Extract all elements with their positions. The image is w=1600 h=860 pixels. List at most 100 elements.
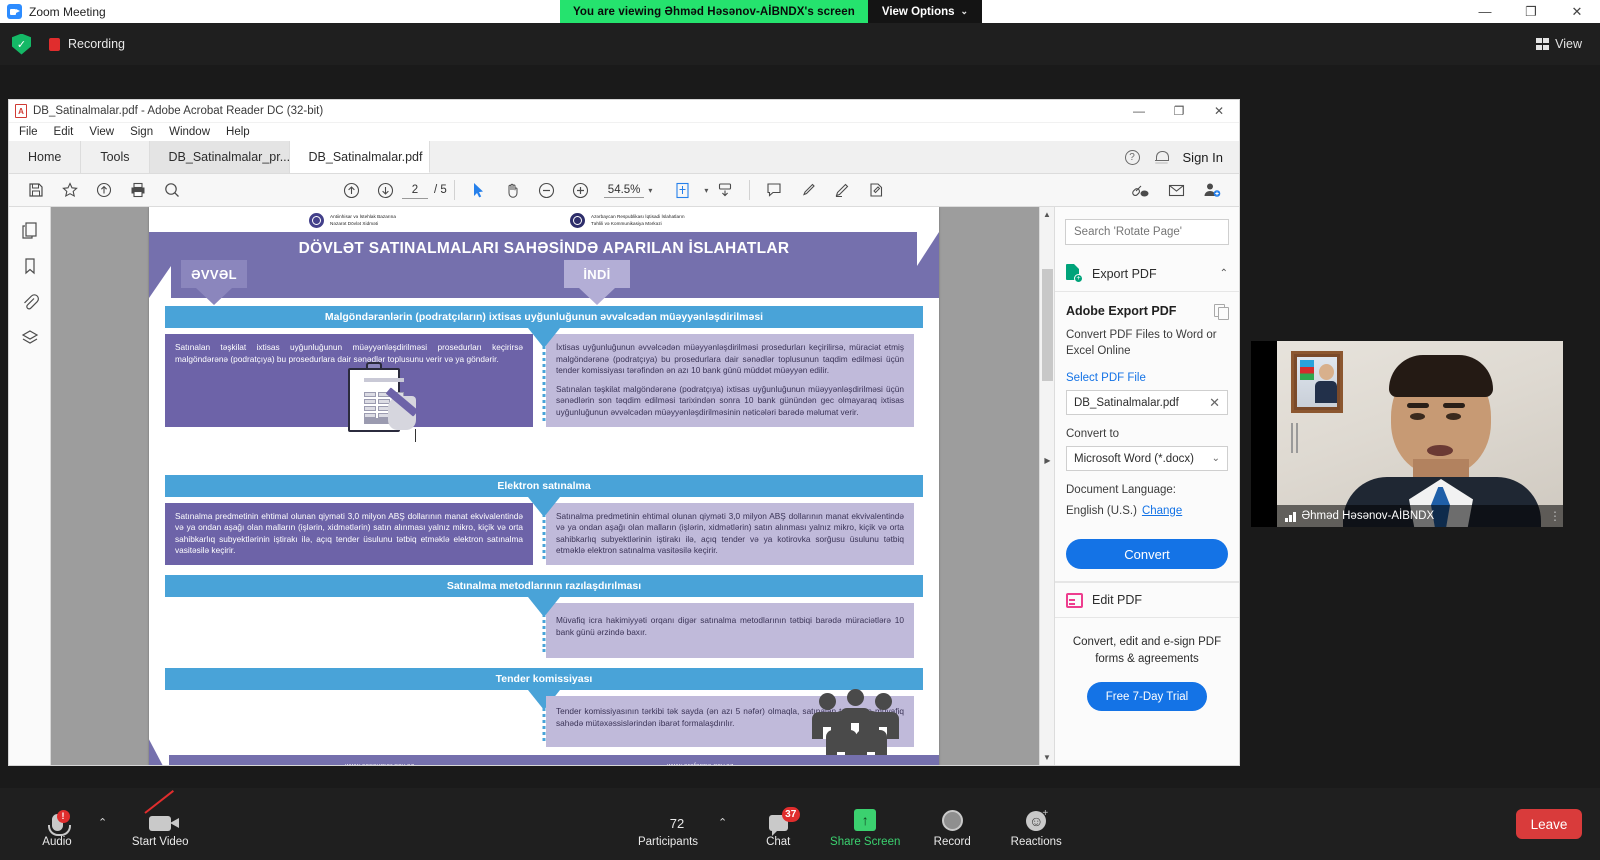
selected-pdf-file-field[interactable]: DB_Satinalmalar.pdf ✕	[1066, 390, 1228, 415]
convert-to-select[interactable]: Microsoft Word (*.docx) ⌄	[1066, 446, 1228, 471]
star-icon[interactable]	[53, 177, 87, 203]
notifications-bell-icon[interactable]	[1154, 150, 1169, 164]
scroll-mode-icon[interactable]	[708, 177, 742, 203]
chat-button[interactable]: 37 Chat	[739, 801, 817, 848]
audio-label: Audio	[42, 835, 72, 848]
participants-options-chevron-icon[interactable]: ⌃	[718, 816, 727, 829]
document-language-value: English (U.S.)	[1066, 505, 1137, 517]
add-user-icon[interactable]	[1195, 177, 1229, 203]
share-screen-button[interactable]: Share Screen	[817, 801, 913, 848]
layers-icon[interactable]	[19, 327, 41, 349]
reactions-button[interactable]: + Reactions	[991, 801, 1081, 848]
zoom-level-chevron-down-icon[interactable]: ▾	[648, 186, 652, 195]
search-icon[interactable]	[155, 177, 189, 203]
recording-indicator-icon[interactable]	[49, 37, 60, 51]
menu-window[interactable]: Window	[169, 126, 210, 138]
audio-options-chevron-icon[interactable]: ⌃	[98, 816, 107, 829]
fill-and-sign-icon[interactable]	[859, 177, 893, 203]
zoom-in-icon[interactable]	[564, 177, 598, 203]
email-icon[interactable]	[1159, 177, 1193, 203]
select-pdf-file-label[interactable]: Select PDF File	[1066, 372, 1228, 384]
page-thumbnails-icon[interactable]	[19, 219, 41, 241]
acrobat-minimize-button[interactable]: —	[1119, 100, 1159, 123]
edit-pdf-card-header[interactable]: Edit PDF	[1055, 582, 1239, 618]
menu-sign[interactable]: Sign	[130, 126, 153, 138]
zoom-meeting-controls: ! Audio ⌃ Start Video 72 Participants ⌃	[0, 788, 1600, 860]
leave-meeting-button[interactable]: Leave	[1516, 809, 1582, 839]
share-screen-label: Share Screen	[830, 835, 901, 848]
panel-expand-button[interactable]: ▶	[1042, 447, 1053, 473]
attachments-icon[interactable]	[19, 291, 41, 313]
copy-icon[interactable]	[1214, 304, 1229, 320]
government-seal-icon	[309, 213, 324, 228]
logo-ereforms-text: Azərbaycan Respublikası İqtisadi İslahat…	[591, 214, 685, 227]
speaker-mouth	[1427, 445, 1453, 456]
participants-icon: 72	[652, 805, 684, 831]
help-icon[interactable]: ?	[1124, 149, 1140, 165]
tools-search-input[interactable]	[1074, 226, 1220, 238]
menu-view[interactable]: View	[89, 126, 114, 138]
participants-button[interactable]: 72 Participants	[620, 801, 716, 848]
pdf-document-view[interactable]: Antiinhisar və İstehlak Bazarına Nəzarət…	[51, 207, 1039, 765]
zoom-minimize-button[interactable]: —	[1462, 0, 1508, 23]
highlight-icon[interactable]	[791, 177, 825, 203]
convert-button[interactable]: Convert	[1066, 539, 1228, 569]
tab-document-2[interactable]: DB_Satinalmalar.pdf ✕	[289, 141, 430, 173]
acrobat-tools-panel: Export PDF ⌃ Adobe Export PDF Convert PD…	[1054, 207, 1239, 765]
band-labels: ƏVVƏL İNDİ	[149, 260, 939, 305]
chevron-up-icon[interactable]: ⌃	[1220, 268, 1228, 279]
previous-page-icon[interactable]	[334, 177, 368, 203]
adobe-acrobat-window: DB_Satinalmalar.pdf - Adobe Acrobat Read…	[8, 99, 1240, 766]
document-scrollbar[interactable]: ▲ ▶ ▼	[1039, 207, 1054, 765]
zoom-level-value[interactable]: 54.5%	[603, 183, 645, 198]
print-icon[interactable]	[121, 177, 155, 203]
hand-tool-icon[interactable]	[496, 177, 530, 203]
pdf-footer: www.consumer.gov.az www.ereforms.gov.az	[149, 739, 939, 765]
more-options-icon[interactable]: ⋮	[1549, 509, 1561, 523]
audio-button[interactable]: ! Audio	[18, 801, 96, 848]
scroll-up-icon[interactable]: ▲	[1040, 207, 1055, 222]
acrobat-close-button[interactable]: ✕	[1199, 100, 1239, 123]
portrait-figure	[1315, 364, 1337, 404]
tab-home[interactable]: Home	[9, 141, 82, 173]
page-number-input[interactable]: 2	[402, 181, 428, 199]
zoom-out-icon[interactable]	[530, 177, 564, 203]
edit-pdf-description: Convert, edit and e-sign PDF forms & agr…	[1072, 636, 1222, 665]
menu-edit[interactable]: Edit	[54, 126, 74, 138]
speaker-figure	[1343, 355, 1541, 527]
bookmarks-icon[interactable]	[19, 255, 41, 277]
view-options-button[interactable]: View Options ⌄	[867, 0, 983, 23]
view-mode-button[interactable]: View	[1536, 37, 1582, 51]
start-video-button[interactable]: Start Video	[121, 789, 199, 848]
zoom-close-button[interactable]: ✕	[1554, 0, 1600, 23]
participant-video-thumbnail[interactable]: Əhməd Həsənov-AİBNDX ⋮	[1251, 341, 1563, 527]
menu-file[interactable]: File	[19, 126, 38, 138]
pdf-page-content: Antiinhisar və İstehlak Bazarına Nəzarət…	[149, 207, 939, 765]
upload-cloud-icon[interactable]	[87, 177, 121, 203]
menu-help[interactable]: Help	[226, 126, 250, 138]
people-illustration	[812, 679, 900, 765]
clear-file-icon[interactable]: ✕	[1209, 395, 1220, 411]
chevron-down-icon-convert[interactable]: ⌄	[1212, 453, 1220, 464]
comment-icon[interactable]	[757, 177, 791, 203]
scroll-down-icon[interactable]: ▼	[1040, 750, 1055, 765]
select-tool-icon[interactable]	[462, 177, 496, 203]
share-link-icon[interactable]	[1123, 177, 1157, 203]
scrollbar-thumb[interactable]	[1042, 269, 1053, 381]
zoom-restore-button[interactable]: ❐	[1508, 0, 1554, 23]
export-pdf-card-header[interactable]: Export PDF ⌃	[1055, 256, 1239, 292]
encryption-shield-icon[interactable]	[12, 33, 31, 55]
acrobat-restore-button[interactable]: ❐	[1159, 100, 1199, 123]
tab-tools[interactable]: Tools	[81, 141, 150, 173]
footer-url-right: www.ereforms.gov.az	[667, 763, 733, 765]
free-trial-button[interactable]: Free 7-Day Trial	[1087, 682, 1207, 711]
tools-search-box[interactable]	[1065, 219, 1229, 245]
save-icon[interactable]	[19, 177, 53, 203]
draw-icon[interactable]	[825, 177, 859, 203]
change-language-link[interactable]: Change	[1142, 505, 1182, 517]
page-fit-icon[interactable]	[666, 177, 700, 203]
sign-in-button[interactable]: Sign In	[1183, 150, 1223, 165]
tab-document-1[interactable]: DB_Satinalmalar_pr...	[149, 141, 290, 173]
record-button[interactable]: Record	[913, 801, 991, 848]
next-page-icon[interactable]	[368, 177, 402, 203]
